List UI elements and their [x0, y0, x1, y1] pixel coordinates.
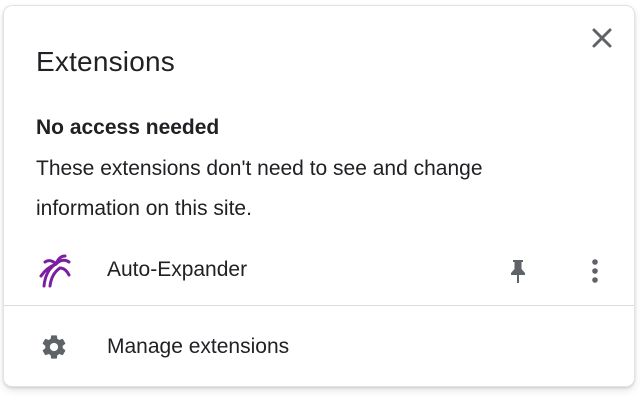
- extension-menu-button[interactable]: [577, 253, 613, 289]
- gear-icon: [42, 335, 66, 359]
- pin-button[interactable]: [500, 253, 536, 289]
- extension-name[interactable]: Auto-Expander: [107, 258, 247, 282]
- extensions-popup: Extensions No access needed These extens…: [4, 6, 634, 386]
- more-vert-icon: [592, 259, 598, 283]
- section-description: These extensions don't need to see and c…: [36, 157, 483, 220]
- section-heading: No access needed: [36, 116, 220, 139]
- pin-icon: [511, 260, 525, 283]
- close-button[interactable]: [584, 20, 620, 56]
- popup-title: Extensions: [36, 46, 175, 77]
- auto-expander-icon: [39, 254, 71, 288]
- close-icon: [592, 28, 612, 48]
- extension-row[interactable]: Auto-Expander: [4, 244, 634, 298]
- manage-extensions-button[interactable]: Manage extensions: [4, 318, 634, 374]
- manage-extensions-label: Manage extensions: [107, 335, 290, 358]
- divider: [4, 305, 634, 306]
